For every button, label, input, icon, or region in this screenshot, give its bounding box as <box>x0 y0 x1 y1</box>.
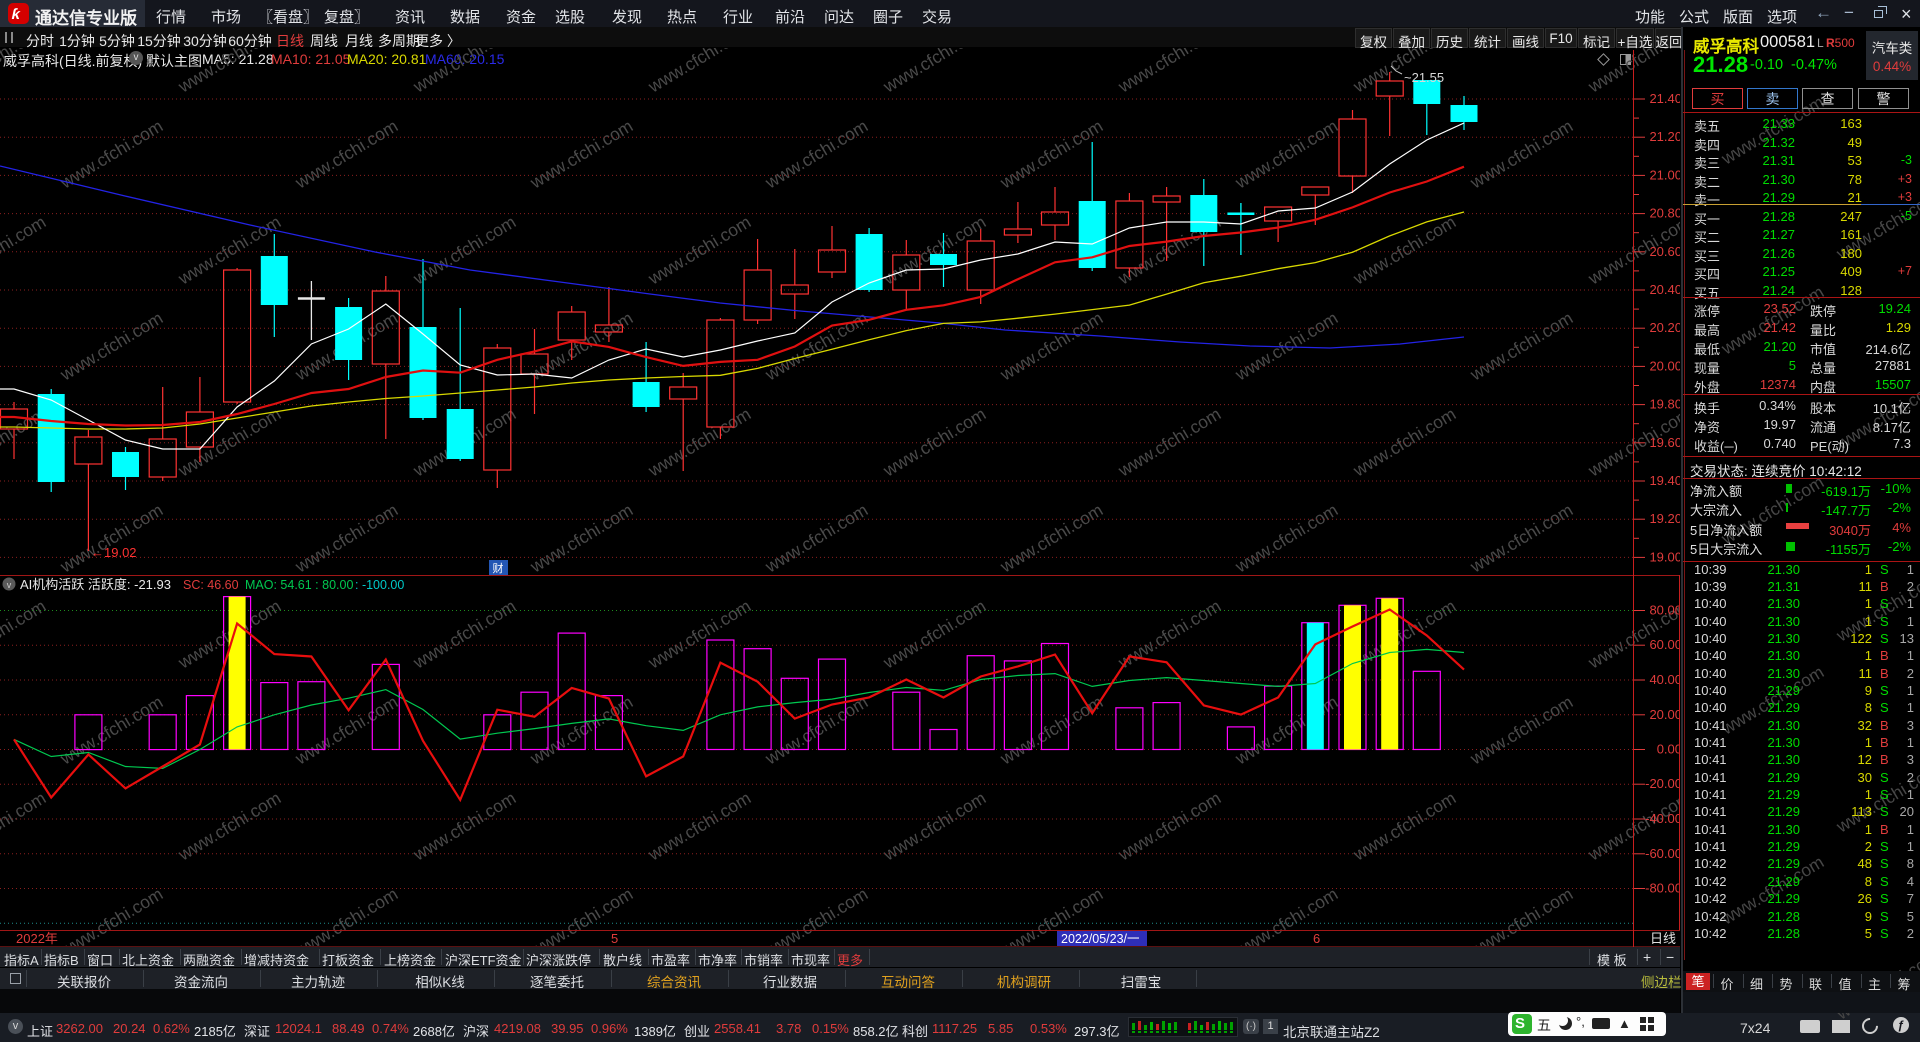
svg-text:0.00: 0.00 <box>1657 742 1680 757</box>
svg-text:www.cfchi.com: www.cfchi.com <box>56 884 166 947</box>
svg-text:20.40: 20.40 <box>1649 282 1680 297</box>
svg-text:2022年: 2022年 <box>16 931 58 946</box>
svg-text:www.cfchi.com: www.cfchi.com <box>409 48 519 97</box>
svg-text:www.cfchi.com: www.cfchi.com <box>291 500 401 577</box>
svg-text:www.cfchi.com: www.cfchi.com <box>1466 308 1576 385</box>
svg-text:www.cfchi.com: www.cfchi.com <box>291 116 401 193</box>
svg-text:19.80: 19.80 <box>1649 397 1680 412</box>
svg-text:www.cfchi.com: www.cfchi.com <box>644 48 754 97</box>
svg-text:www.cfchi.com: www.cfchi.com <box>1231 500 1341 577</box>
svg-text:-20.00: -20.00 <box>1645 776 1680 791</box>
svg-text:80.00: 80.00 <box>1649 603 1680 618</box>
svg-text:21.40: 21.40 <box>1649 91 1680 106</box>
svg-text:www.cfchi.com: www.cfchi.com <box>1349 212 1459 289</box>
svg-text:-40.00: -40.00 <box>1645 811 1680 826</box>
svg-text:www.cfchi.com: www.cfchi.com <box>996 692 1106 769</box>
svg-text:MAO: 54.61 : 80.00: MAO: 54.61 : 80.00 <box>245 578 353 592</box>
svg-text:www.cfchi.com: www.cfchi.com <box>1231 692 1341 769</box>
svg-text:www.cfchi.com: www.cfchi.com <box>761 884 871 947</box>
svg-text:v: v <box>7 580 12 590</box>
svg-text:www.cfchi.com: www.cfchi.com <box>761 500 871 577</box>
svg-text:~21.55: ~21.55 <box>1404 70 1444 85</box>
svg-text:www.cfchi.com: www.cfchi.com <box>1114 48 1224 97</box>
svg-text:www.cfchi.com: www.cfchi.com <box>56 116 166 193</box>
svg-text:www.cfchi.com: www.cfchi.com <box>1231 116 1341 193</box>
svg-text:www.cfchi.com: www.cfchi.com <box>1114 596 1224 673</box>
svg-text:www.cfchi.com: www.cfchi.com <box>0 596 49 673</box>
svg-text:-80.00: -80.00 <box>1645 881 1680 896</box>
svg-text:www.cfchi.com: www.cfchi.com <box>291 884 401 947</box>
svg-text:www.cfchi.com: www.cfchi.com <box>1114 788 1224 865</box>
svg-text:www.cfchi.com: www.cfchi.com <box>996 500 1106 577</box>
svg-text:20.00: 20.00 <box>1649 358 1680 373</box>
svg-text:19.20: 19.20 <box>1649 511 1680 526</box>
svg-text:www.cfchi.com: www.cfchi.com <box>996 116 1106 193</box>
svg-text:21.20: 21.20 <box>1649 129 1680 144</box>
svg-text:www.cfchi.com: www.cfchi.com <box>1466 692 1576 769</box>
svg-text:www.cfchi.com: www.cfchi.com <box>761 116 871 193</box>
svg-text:www.cfchi.com: www.cfchi.com <box>526 692 636 769</box>
svg-text:40.00: 40.00 <box>1649 672 1680 687</box>
svg-text:21.00: 21.00 <box>1649 167 1680 182</box>
svg-text:www.cfchi.com: www.cfchi.com <box>1466 116 1576 193</box>
svg-text:2022/05/23/一: 2022/05/23/一 <box>1061 932 1140 946</box>
svg-text:www.cfchi.com: www.cfchi.com <box>174 788 284 865</box>
svg-text:19.60: 19.60 <box>1649 435 1680 450</box>
svg-text:www.cfchi.com: www.cfchi.com <box>409 212 519 289</box>
svg-text:www.cfchi.com: www.cfchi.com <box>1231 884 1341 947</box>
svg-text:www.cfchi.com: www.cfchi.com <box>1114 404 1224 481</box>
svg-text:SC: 46.60: SC: 46.60 <box>183 578 239 592</box>
svg-text:: -100.00: : -100.00 <box>355 578 404 592</box>
svg-text:www.cfchi.com: www.cfchi.com <box>761 308 871 385</box>
svg-text:www.cfchi.com: www.cfchi.com <box>409 596 519 673</box>
svg-text:20.80: 20.80 <box>1649 206 1680 221</box>
svg-text:-60.00: -60.00 <box>1645 846 1680 861</box>
svg-text:www.cfchi.com: www.cfchi.com <box>526 116 636 193</box>
svg-text:60.00: 60.00 <box>1649 637 1680 652</box>
svg-text:财: 财 <box>493 561 504 575</box>
svg-text:www.cfchi.com: www.cfchi.com <box>1584 48 1680 97</box>
svg-text:www.cfchi.com: www.cfchi.com <box>174 48 284 97</box>
svg-text:www.cfchi.com: www.cfchi.com <box>644 596 754 673</box>
svg-text:www.cfchi.com: www.cfchi.com <box>0 48 49 97</box>
svg-text:19.40: 19.40 <box>1649 473 1680 488</box>
svg-text:www.cfchi.com: www.cfchi.com <box>879 48 989 97</box>
svg-text:www.cfchi.com: www.cfchi.com <box>56 500 166 577</box>
svg-text:www.cfchi.com: www.cfchi.com <box>879 596 989 673</box>
svg-text:www.cfchi.com: www.cfchi.com <box>1466 884 1576 947</box>
svg-text:←19.02: ←19.02 <box>91 545 137 560</box>
svg-text:www.cfchi.com: www.cfchi.com <box>526 500 636 577</box>
svg-text:20.60: 20.60 <box>1649 244 1680 259</box>
svg-text:20.00: 20.00 <box>1649 707 1680 722</box>
svg-text:www.cfchi.com: www.cfchi.com <box>1466 500 1576 577</box>
svg-text:www.cfchi.com: www.cfchi.com <box>761 692 871 769</box>
svg-text:19.00: 19.00 <box>1649 549 1680 564</box>
svg-text:www.cfchi.com: www.cfchi.com <box>0 212 49 289</box>
svg-text:www.cfchi.com: www.cfchi.com <box>879 212 989 289</box>
svg-text:5: 5 <box>611 931 618 946</box>
svg-text:www.cfchi.com: www.cfchi.com <box>291 692 401 769</box>
svg-text:AI机构活跃 活跃度: -21.93: AI机构活跃 活跃度: -21.93 <box>20 577 171 592</box>
svg-text:www.cfchi.com: www.cfchi.com <box>56 308 166 385</box>
svg-text:20.20: 20.20 <box>1649 320 1680 335</box>
svg-text:6: 6 <box>1313 931 1320 946</box>
svg-text:日线: 日线 <box>1650 931 1676 946</box>
svg-text:www.cfchi.com: www.cfchi.com <box>644 212 754 289</box>
svg-text:www.cfchi.com: www.cfchi.com <box>526 884 636 947</box>
